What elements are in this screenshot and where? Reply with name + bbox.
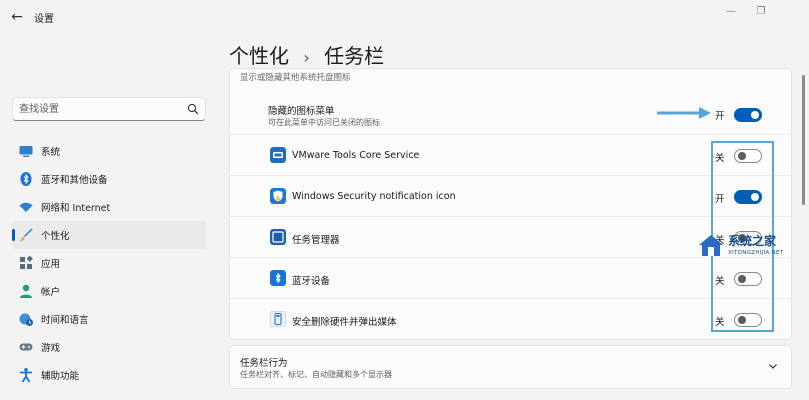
sidebar-item-personalization[interactable]: 个性化 bbox=[12, 221, 206, 249]
sidebar-item-system[interactable]: 系统 bbox=[12, 137, 206, 165]
wifi-icon bbox=[19, 202, 33, 212]
tray-app-row: Windows Security notification icon 开 bbox=[230, 175, 791, 216]
account-icon bbox=[20, 284, 32, 298]
gamepad-icon bbox=[19, 343, 33, 351]
brush-icon bbox=[19, 228, 33, 242]
back-button[interactable]: ← bbox=[8, 8, 26, 26]
scrollbar[interactable] bbox=[802, 75, 805, 205]
apps-icon bbox=[20, 255, 33, 269]
accessibility-icon bbox=[20, 368, 32, 383]
breadcrumb-separator: › bbox=[303, 48, 310, 67]
sidebar-item-label: 网络和 Internet bbox=[41, 203, 111, 214]
taskbar-behaviors-title: 任务栏行为 bbox=[240, 358, 288, 369]
display-icon bbox=[19, 146, 33, 157]
chevron-down-icon[interactable] bbox=[767, 360, 779, 372]
windows-security-icon bbox=[270, 188, 286, 204]
minimize-button[interactable]: — bbox=[722, 4, 740, 20]
hidden-icon-menu-state: 开 bbox=[715, 111, 725, 122]
sidebar-item-gaming[interactable]: 游戏 bbox=[12, 333, 206, 361]
sidebar-item-label: 应用 bbox=[41, 259, 61, 270]
watermark-logo: 系统之家 XITONGZHIJIA.NET bbox=[696, 228, 806, 264]
hidden-icon-menu-title: 隐藏的图标菜单 bbox=[268, 106, 335, 117]
sidebar-item-accounts[interactable]: 帐户 bbox=[12, 277, 206, 305]
app-title: 设置 bbox=[34, 14, 54, 25]
tray-app-label: Windows Security notification icon bbox=[292, 191, 456, 202]
hidden-icon-menu-toggle[interactable] bbox=[734, 108, 762, 122]
toggle-knob bbox=[751, 111, 759, 119]
taskbar-behaviors-subtitle: 任务栏对齐、标记、自动隐藏和多个显示器 bbox=[240, 370, 392, 379]
bluetooth-icon bbox=[20, 172, 32, 186]
sidebar-item-accessibility[interactable]: 辅助功能 bbox=[12, 361, 206, 389]
tray-app-label: VMware Tools Core Service bbox=[292, 150, 420, 161]
sidebar-item-label: 游戏 bbox=[41, 343, 61, 354]
task-manager-icon bbox=[270, 229, 286, 245]
sidebar-item-network[interactable]: 网络和 Internet bbox=[12, 193, 206, 221]
sidebar-item-bluetooth[interactable]: 蓝牙和其他设备 bbox=[12, 165, 206, 193]
usb-eject-icon bbox=[270, 311, 286, 327]
sidebar-item-label: 个性化 bbox=[41, 231, 70, 242]
watermark-name: 系统之家 bbox=[728, 234, 777, 248]
house-logo-icon bbox=[699, 235, 723, 256]
taskbar-behaviors-card[interactable]: 任务栏行为 任务栏对齐、标记、自动隐藏和多个显示器 bbox=[229, 345, 792, 389]
sidebar-nav: 系统 蓝牙和其他设备 网络和 Internet 个性化 应用 帐户 时间和语言 … bbox=[12, 137, 206, 389]
section-description: 显示或隐藏其他系统托盘图标 bbox=[240, 73, 351, 83]
title-bar: ← 设置 — ❐ bbox=[0, 0, 809, 34]
watermark-url: XITONGZHIJIA.NET bbox=[728, 250, 784, 256]
sidebar-item-label: 辅助功能 bbox=[41, 371, 80, 382]
sidebar-item-apps[interactable]: 应用 bbox=[12, 249, 206, 277]
tray-app-row: 安全删除硬件并弹出媒体 关 bbox=[230, 298, 791, 339]
search-icon[interactable] bbox=[187, 103, 199, 115]
vmware-icon bbox=[270, 147, 286, 163]
sidebar-item-label: 时间和语言 bbox=[41, 315, 89, 326]
breadcrumb: 个性化 › 任务栏 bbox=[229, 40, 384, 69]
tray-app-label: 安全删除硬件并弹出媒体 bbox=[292, 317, 397, 328]
maximize-button[interactable]: ❐ bbox=[752, 4, 770, 20]
sidebar-item-label: 帐户 bbox=[41, 287, 61, 298]
search-input[interactable] bbox=[19, 102, 179, 117]
bluetooth-device-icon bbox=[270, 270, 286, 286]
breadcrumb-parent[interactable]: 个性化 bbox=[229, 44, 289, 68]
annotation-arrow-icon bbox=[657, 107, 711, 119]
tray-app-label: 任务管理器 bbox=[292, 235, 340, 246]
hidden-icon-menu-subtitle: 可在此菜单中访问已关闭的图标 bbox=[268, 118, 380, 127]
search-box[interactable] bbox=[12, 97, 206, 121]
tray-app-row: VMware Tools Core Service 关 bbox=[230, 134, 791, 175]
sidebar-item-label: 系统 bbox=[41, 147, 61, 158]
sidebar-item-label: 蓝牙和其他设备 bbox=[41, 175, 108, 186]
tray-app-label: 蓝牙设备 bbox=[292, 276, 331, 287]
globe-clock-icon bbox=[19, 313, 33, 326]
sidebar-item-time-language[interactable]: 时间和语言 bbox=[12, 305, 206, 333]
page-title: 任务栏 bbox=[324, 44, 385, 68]
